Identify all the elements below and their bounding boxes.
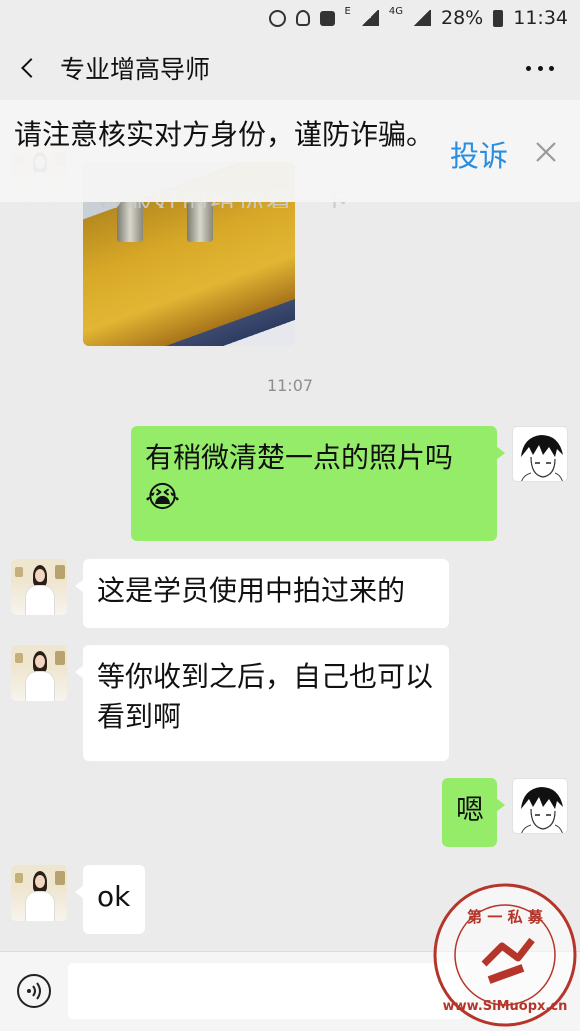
warning-text: 请注意核实对方身份，谨防诈骗。 — [14, 118, 435, 151]
message-bubble[interactable]: 嗯 — [442, 778, 505, 847]
watermark-stamp: 第 一 私 募 www.SiMuopx.cn — [433, 883, 577, 1027]
message-text: ok — [97, 880, 131, 913]
voice-icon[interactable] — [16, 973, 52, 1009]
clock: 11:34 — [513, 7, 568, 29]
signal-icon-2 — [413, 10, 431, 26]
avatar[interactable] — [512, 426, 568, 482]
report-link[interactable]: 投诉 — [450, 133, 508, 175]
watermark-top-text: 第 一 私 募 — [467, 908, 544, 926]
signal-icon — [360, 10, 379, 26]
avatar[interactable] — [11, 559, 67, 615]
timestamp: 11:07 — [266, 376, 314, 395]
message-notification-icon — [319, 10, 335, 26]
alarm-icon — [268, 9, 286, 27]
battery-icon — [493, 9, 504, 27]
back-icon[interactable] — [21, 58, 41, 78]
avatar[interactable] — [512, 778, 568, 834]
message-text: 嗯 — [456, 793, 485, 826]
wifi-hotspot-icon — [295, 10, 310, 26]
message-bubble[interactable]: 有稍微清楚一点的照片吗 😭 — [131, 426, 505, 541]
message-text: 这是学员使用中拍过来的 — [97, 574, 406, 607]
watermark-ring-text: www.SiMuopx.cn — [443, 999, 568, 1014]
battery-percent: 28% — [441, 7, 484, 29]
message-input[interactable] — [68, 963, 464, 1019]
page-title: 专业增高导师 — [60, 55, 211, 84]
safety-warning-banner: 请注意核实对方身份，谨防诈骗。 投诉 — [0, 100, 580, 202]
crying-emoji-icon: 😭 — [145, 480, 181, 515]
chat-header: 专业增高导师 — [0, 36, 580, 100]
message-text: 有稍微清楚一点的照片吗 — [145, 441, 454, 474]
message-bubble[interactable]: ok — [75, 865, 145, 934]
close-icon[interactable] — [534, 140, 558, 164]
message-bubble[interactable]: 这是学员使用中拍过来的 — [75, 559, 449, 628]
avatar[interactable] — [11, 645, 67, 701]
avatar[interactable] — [11, 865, 67, 921]
chat-area[interactable]: 拎服好的给你看一下 11:07 有稍微清楚一点的照片吗 😭 这是学员使用中拍过来… — [0, 100, 580, 950]
message-text: 等你收到之后，自己也可以看到啊 — [97, 660, 434, 733]
status-extra-label: E — [344, 6, 351, 17]
more-icon[interactable] — [526, 66, 554, 72]
network-type: 4G — [388, 6, 403, 17]
status-bar: E 4G 28% 11:34 — [0, 0, 580, 36]
message-bubble[interactable]: 等你收到之后，自己也可以看到啊 — [75, 645, 449, 761]
